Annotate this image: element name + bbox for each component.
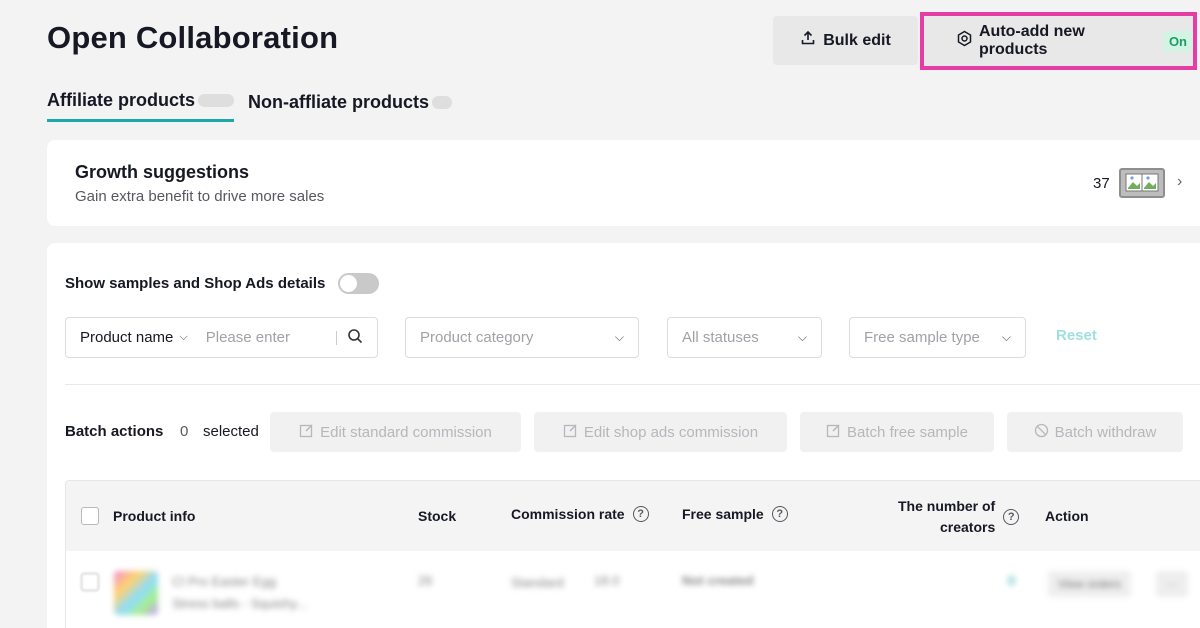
- products-panel: Show samples and Shop Ads details Produc…: [47, 243, 1200, 628]
- edit-shop-ads-commission-button[interactable]: Edit shop ads commission: [534, 412, 787, 452]
- page-title: Open Collaboration: [47, 20, 339, 55]
- section-divider: [65, 384, 1200, 385]
- button-label: Edit standard commission: [320, 423, 492, 441]
- batch-actions-label: Batch actions: [65, 423, 164, 440]
- chevron-down-icon: ⌵: [1001, 330, 1011, 344]
- selected-label: selected: [203, 423, 259, 440]
- tab-count-redacted: [432, 95, 453, 109]
- select-all-checkbox[interactable]: [81, 507, 99, 525]
- search-icon[interactable]: [347, 328, 363, 348]
- tab-affiliate-products[interactable]: Affiliate products: [47, 90, 235, 122]
- upload-icon: [800, 30, 816, 51]
- tab-label: Non-affliate products: [248, 91, 430, 112]
- samples-ads-toggle[interactable]: [338, 273, 380, 294]
- batch-withdraw-button[interactable]: Batch withdraw: [1007, 412, 1183, 452]
- edit-standard-commission-button[interactable]: Edit standard commission: [270, 412, 521, 452]
- product-name-line: Stress balls - Squishy...: [172, 596, 307, 611]
- column-number-of-creators: The number of creators ?: [898, 496, 1020, 538]
- tab-label: Affiliate products: [47, 90, 196, 110]
- product-search-filter: Product name ⌵ Please enter: [65, 317, 378, 358]
- column-commission-rate: Commission rate ?: [511, 506, 649, 522]
- product-name: Cl Pro Easter Egg Stress balls - Squishy…: [172, 571, 307, 615]
- more-options-button[interactable]: ···: [1156, 571, 1188, 597]
- toggle-label: Show samples and Shop Ads details: [65, 275, 326, 292]
- column-free-sample: Free sample ?: [682, 506, 788, 522]
- column-label: Product info: [113, 508, 196, 524]
- edit-icon: [563, 423, 578, 442]
- bulk-edit-button[interactable]: Bulk edit: [773, 16, 918, 65]
- table-header: Product info Stock Commission rate ? Fre…: [66, 481, 1200, 551]
- column-label: Stock: [418, 508, 457, 524]
- free-sample-type-select[interactable]: Free sample type ⌵: [849, 317, 1026, 358]
- column-label: Free sample: [682, 506, 764, 522]
- divider: [336, 330, 337, 345]
- column-action: Action: [1045, 508, 1089, 524]
- column-label: Commission rate: [511, 506, 625, 522]
- chevron-down-icon: ⌵: [614, 330, 624, 344]
- samples-ads-toggle-row: Show samples and Shop Ads details: [65, 273, 380, 294]
- view-orders-button[interactable]: View orders: [1048, 571, 1132, 597]
- growth-suggestions-card[interactable]: Growth suggestions Gain extra benefit to…: [47, 140, 1200, 226]
- image-placeholder-icon: [1125, 173, 1159, 192]
- tab-non-affiliate-products[interactable]: Non-affliate products: [248, 90, 453, 122]
- product-tabs: Affiliate products Non-affliate products: [47, 90, 453, 122]
- table-row: Cl Pro Easter Egg Stress balls - Squishy…: [66, 551, 1200, 628]
- commission-label: Standard: [511, 575, 564, 590]
- edit-icon: [299, 423, 314, 442]
- commission-value: 18.0: [594, 573, 620, 588]
- bulk-edit-label: Bulk edit: [823, 31, 891, 49]
- growth-count: 37: [1093, 175, 1110, 192]
- growth-title: Growth suggestions: [75, 162, 250, 182]
- tab-count-redacted: [198, 94, 235, 107]
- column-product-info: Product info: [113, 508, 195, 524]
- search-type-label: Product name: [80, 329, 174, 346]
- chevron-down-icon: ⌵: [797, 330, 807, 344]
- search-type-select[interactable]: Product name ⌵: [80, 329, 188, 346]
- product-name-line: Cl Pro Easter Egg: [172, 574, 277, 589]
- edit-icon: [826, 423, 841, 442]
- search-input[interactable]: Please enter: [206, 329, 290, 346]
- stock-value: 26: [418, 573, 433, 588]
- help-icon[interactable]: ?: [771, 506, 788, 522]
- column-label: The number of creators: [898, 496, 995, 538]
- free-sample-status: Not created: [682, 573, 754, 588]
- chevron-right-icon[interactable]: ›: [1177, 173, 1182, 191]
- button-label: Batch free sample: [847, 423, 968, 441]
- column-stock: Stock: [418, 508, 456, 524]
- button-label: Batch withdraw: [1054, 423, 1157, 441]
- suggestion-thumbnails: [1119, 168, 1165, 198]
- button-label: Edit shop ads commission: [583, 423, 759, 441]
- help-icon[interactable]: ?: [632, 506, 649, 522]
- batch-free-sample-button[interactable]: Batch free sample: [800, 412, 994, 452]
- highlight-box: [920, 12, 1197, 70]
- product-category-select[interactable]: Product category ⌵: [405, 317, 639, 358]
- row-checkbox[interactable]: [81, 573, 99, 591]
- selected-count: 0: [180, 423, 189, 440]
- creators-count: 0: [1008, 573, 1016, 588]
- status-placeholder: All statuses: [682, 329, 759, 346]
- growth-subtitle: Gain extra benefit to drive more sales: [75, 188, 325, 205]
- product-image: [114, 571, 158, 615]
- column-label: Action: [1045, 508, 1089, 524]
- block-icon: [1034, 423, 1049, 442]
- column-label-line: The number of: [898, 498, 996, 514]
- status-select[interactable]: All statuses ⌵: [667, 317, 822, 358]
- column-label-line: creators: [939, 519, 996, 535]
- category-placeholder: Product category: [420, 329, 534, 346]
- chevron-down-icon: ⌵: [179, 331, 188, 343]
- reset-button[interactable]: Reset: [1056, 327, 1097, 344]
- sample-type-placeholder: Free sample type: [864, 329, 980, 346]
- products-table: Product info Stock Commission rate ? Fre…: [65, 480, 1200, 628]
- help-icon[interactable]: ?: [1003, 509, 1020, 525]
